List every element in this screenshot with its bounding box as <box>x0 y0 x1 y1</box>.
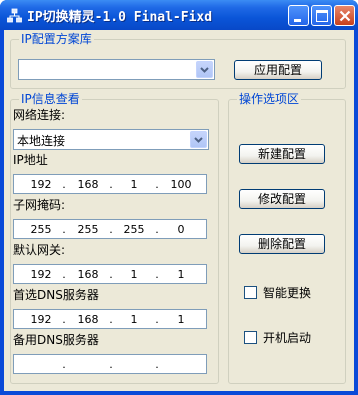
network-combo[interactable]: 本地连接 <box>13 129 209 150</box>
ip-dot: . <box>155 358 159 371</box>
scheme-group-title: IP配置方案库 <box>19 32 94 46</box>
ip-octet: 192 <box>30 313 52 326</box>
ip-dot: . <box>62 358 66 371</box>
ip-octet: 168 <box>77 268 99 281</box>
chevron-down-icon <box>194 137 203 143</box>
ip-dot: . <box>109 178 113 191</box>
network-label: 网络连接: <box>13 108 66 122</box>
ip-label: IP地址 <box>13 153 48 167</box>
network-icon <box>7 8 22 23</box>
ip-octet: 168 <box>77 178 99 191</box>
ip-dot: . <box>109 313 113 326</box>
window-title: IP切换精灵-1.0 Final-Fixd <box>27 10 213 25</box>
subnet-mask-field[interactable]: 255 . 255 . 255 . 0 <box>13 219 207 239</box>
new-config-button[interactable]: 新建配置 <box>239 144 325 164</box>
chevron-down-icon <box>200 67 209 73</box>
title-bar[interactable]: IP切换精灵-1.0 Final-Fixd <box>0 0 358 30</box>
ip-dot: . <box>109 358 113 371</box>
ip-octet: 1 <box>130 268 138 281</box>
smart-switch-label: 智能更换 <box>263 286 312 300</box>
scheme-group: IP配置方案库 应用配置 <box>10 32 346 89</box>
ip-dot: . <box>62 223 66 236</box>
smart-switch-checkbox[interactable] <box>244 286 257 299</box>
ip-dot: . <box>62 268 66 281</box>
ip-octet: 255 <box>123 223 145 236</box>
delete-config-button[interactable]: 删除配置 <box>239 234 325 254</box>
network-combo-value: 本地连接 <box>17 134 66 148</box>
dns2-label: 备用DNS服务器 <box>13 333 99 347</box>
ip-dot: . <box>62 313 66 326</box>
ip-dot: . <box>62 178 66 191</box>
ip-dot: . <box>109 268 113 281</box>
ip-octet: 1 <box>177 268 185 281</box>
startup-checkbox[interactable] <box>244 331 257 344</box>
mask-label: 子网掩码: <box>13 198 66 212</box>
ip-octet: 1 <box>130 178 138 191</box>
ip-octet: 168 <box>77 313 99 326</box>
ip-dot: . <box>155 313 159 326</box>
network-dropdown-button[interactable] <box>190 131 207 148</box>
ip-octet: 1 <box>130 313 138 326</box>
ip-info-group-title: IP信息查看 <box>19 92 82 106</box>
app-window: IP切换精灵-1.0 Final-Fixd IP配置方案库 应用配置 IP信息查… <box>0 0 358 395</box>
primary-dns-field[interactable]: 192 . 168 . 1 . 1 <box>13 309 207 329</box>
operations-group-title: 操作选项区 <box>237 92 302 106</box>
apply-config-button[interactable]: 应用配置 <box>234 60 322 80</box>
gateway-label: 默认网关: <box>13 243 66 257</box>
startup-label: 开机启动 <box>263 331 312 345</box>
ip-octet: 255 <box>30 223 52 236</box>
gateway-field[interactable]: 192 . 168 . 1 . 1 <box>13 264 207 284</box>
ip-octet: 100 <box>170 178 192 191</box>
minimize-button[interactable] <box>288 5 309 26</box>
ip-info-group: IP信息查看 网络连接: 本地连接 IP地址 192 . 168 . 1 . 1… <box>10 92 219 384</box>
maximize-icon <box>316 10 328 22</box>
ip-octet: 255 <box>77 223 99 236</box>
scheme-dropdown-button[interactable] <box>196 61 213 78</box>
close-button[interactable] <box>334 5 355 26</box>
minimize-icon <box>294 19 301 22</box>
secondary-dns-field[interactable]: . . . <box>13 354 207 374</box>
ip-address-field[interactable]: 192 . 168 . 1 . 100 <box>13 174 207 194</box>
ip-dot: . <box>155 178 159 191</box>
ip-dot: . <box>155 223 159 236</box>
ip-dot: . <box>109 223 113 236</box>
ip-octet: 192 <box>30 178 52 191</box>
ip-dot: . <box>155 268 159 281</box>
client-area: IP配置方案库 应用配置 IP信息查看 网络连接: 本地连接 IP地址 192 <box>4 30 354 391</box>
operations-group: 操作选项区 新建配置 修改配置 删除配置 智能更换 开机启动 <box>228 92 346 384</box>
dns1-label: 首选DNS服务器 <box>13 288 99 302</box>
ip-octet: 192 <box>30 268 52 281</box>
ip-octet: 0 <box>177 223 185 236</box>
scheme-combo[interactable] <box>18 59 215 80</box>
maximize-button[interactable] <box>311 5 332 26</box>
close-icon <box>339 10 351 22</box>
modify-config-button[interactable]: 修改配置 <box>239 189 325 209</box>
ip-octet: 1 <box>177 313 185 326</box>
